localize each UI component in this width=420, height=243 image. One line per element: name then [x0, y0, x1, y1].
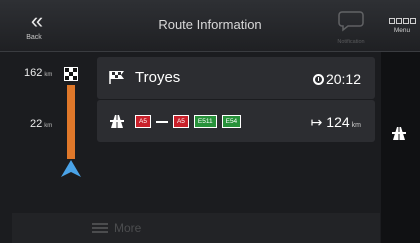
segment-length-readout: ↦ 124 km — [310, 114, 361, 130]
page-title: Route Information — [158, 17, 262, 32]
top-bar: « Back Route Information Notification Me… — [0, 0, 420, 52]
grid-menu-icon — [388, 18, 416, 24]
current-position-arrow-icon — [61, 160, 81, 177]
list-item-destination[interactable]: Troyes 20:12 — [97, 57, 375, 99]
motorway-icon — [110, 115, 124, 128]
road-shield: A5 — [172, 115, 189, 128]
back-button[interactable]: « Back — [12, 10, 56, 50]
motorway-icon — [392, 127, 406, 140]
route-progress-line — [67, 85, 75, 159]
menu-button[interactable]: Menu — [386, 18, 418, 52]
more-label: More — [114, 221, 142, 235]
menu-label: Menu — [393, 27, 411, 34]
road-shields: A5 A5 E511 E54 — [135, 115, 242, 128]
list-icon — [92, 221, 108, 235]
destination-name: Troyes — [135, 69, 181, 86]
checkered-flag-icon — [64, 67, 78, 81]
bottom-bar: More — [12, 213, 380, 243]
speech-bubble-icon — [338, 11, 364, 32]
length-icon: ↦ — [310, 114, 323, 130]
notification-button[interactable]: Notification — [325, 10, 377, 48]
eta-readout: 20:12 — [312, 71, 361, 87]
road-shield: E511 — [193, 115, 217, 128]
clock-icon — [312, 74, 324, 85]
notification-label: Notification — [337, 39, 365, 45]
checkered-flag-icon — [109, 71, 124, 84]
double-chevron-left-icon: « — [30, 8, 43, 33]
road-shield: A5 — [135, 115, 151, 128]
distance-readout: 22 km — [30, 118, 53, 130]
road-shield: E54 — [221, 115, 242, 128]
list-item-motorway[interactable]: A5 A5 E511 E54 ↦ 124 km — [97, 100, 375, 142]
back-label: Back — [26, 34, 42, 41]
motorway-filter-button[interactable] — [383, 125, 415, 149]
separator-dash — [155, 120, 168, 123]
more-button[interactable]: More — [92, 221, 141, 235]
distance-readout: 162 km — [24, 67, 53, 79]
